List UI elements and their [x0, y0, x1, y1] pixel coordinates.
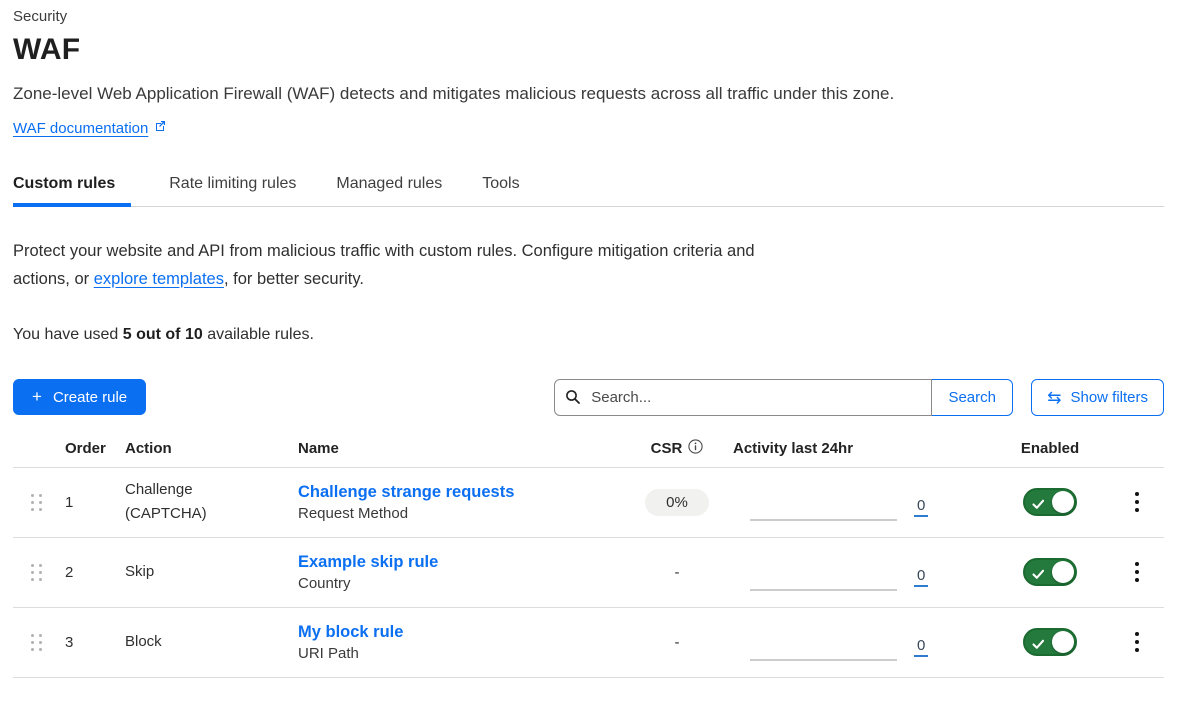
- tab-custom-rules[interactable]: Custom rules: [13, 167, 131, 206]
- row-menu-kebab-icon[interactable]: [1129, 628, 1145, 656]
- usage-count: 5 out of 10: [123, 326, 203, 343]
- row-menu-kebab-icon[interactable]: [1129, 558, 1145, 586]
- rule-field: URI Path: [298, 645, 627, 662]
- rule-action: Skip: [125, 560, 225, 584]
- drag-handle-icon[interactable]: [31, 494, 43, 511]
- intro-text-after: , for better security.: [224, 270, 364, 288]
- table-row: 3 Block My block rule URI Path - 0: [13, 608, 1164, 678]
- enabled-toggle[interactable]: [1023, 488, 1077, 516]
- show-filters-label: Show filters: [1070, 389, 1148, 406]
- rule-enabled-cell: [1023, 558, 1077, 586]
- tab-rate-limiting-rules[interactable]: Rate limiting rules: [169, 167, 298, 206]
- rule-name-link[interactable]: Challenge strange requests: [298, 483, 627, 502]
- toggle-knob: [1052, 631, 1074, 653]
- rules-usage-summary: You have used 5 out of 10 available rule…: [13, 326, 1164, 344]
- explore-templates-link[interactable]: explore templates: [94, 270, 224, 288]
- toolbar-right-group: Search ⇆ Show filters: [554, 379, 1164, 416]
- rule-csr: -: [675, 564, 680, 581]
- activity-sparkline: [750, 561, 897, 591]
- usage-text-before: You have used: [13, 326, 123, 343]
- page-title: WAF: [13, 33, 1164, 67]
- column-header-activity: Activity last 24hr: [727, 440, 990, 457]
- rule-order: 2: [65, 564, 125, 581]
- activity-count-link[interactable]: 0: [914, 567, 928, 587]
- check-icon: [1032, 637, 1045, 655]
- csr-header-label: CSR: [651, 440, 683, 457]
- rule-enabled-cell: [1023, 488, 1077, 516]
- column-header-enabled: Enabled: [1021, 440, 1079, 457]
- info-icon[interactable]: [688, 439, 703, 458]
- custom-rules-table: Order Action Name CSR Activity last 24hr…: [13, 439, 1164, 678]
- check-icon: [1032, 497, 1045, 515]
- page-description: Zone-level Web Application Firewall (WAF…: [13, 84, 1164, 104]
- rules-toolbar: + Create rule Search ⇆ Show filters: [13, 379, 1164, 416]
- tab-tools[interactable]: Tools: [482, 167, 521, 206]
- table-row: 2 Skip Example skip rule Country - 0: [13, 538, 1164, 608]
- external-link-icon: [154, 119, 167, 137]
- swap-arrows-icon: ⇆: [1047, 389, 1061, 406]
- plus-icon: +: [32, 387, 42, 407]
- activity-sparkline: [750, 631, 897, 661]
- rule-action: Challenge (CAPTCHA): [125, 478, 225, 526]
- rule-name-link[interactable]: My block rule: [298, 623, 627, 642]
- row-menu-kebab-icon[interactable]: [1129, 488, 1145, 516]
- usage-text-after: available rules.: [203, 326, 314, 343]
- show-filters-button[interactable]: ⇆ Show filters: [1031, 379, 1164, 416]
- toggle-knob: [1052, 491, 1074, 513]
- create-rule-label: Create rule: [53, 389, 127, 406]
- breadcrumb-security: Security: [13, 8, 1164, 25]
- activity-count-link[interactable]: 0: [914, 497, 928, 517]
- search-icon: [565, 389, 581, 410]
- rule-name-cell: Example skip rule Country: [298, 553, 627, 592]
- drag-handle-icon[interactable]: [31, 564, 43, 581]
- rule-action: Block: [125, 630, 225, 654]
- search-input[interactable]: [554, 379, 932, 416]
- rule-enabled-cell: [1023, 628, 1077, 656]
- column-header-name: Name: [298, 440, 627, 457]
- column-header-action: Action: [125, 440, 298, 457]
- rule-field: Country: [298, 575, 627, 592]
- rule-name-cell: My block rule URI Path: [298, 623, 627, 662]
- rule-activity-cell: 0: [727, 538, 990, 607]
- waf-documentation-label[interactable]: WAF documentation: [13, 120, 148, 137]
- rule-csr: 0%: [645, 494, 709, 511]
- waf-page: Security WAF Zone-level Web Application …: [0, 0, 1177, 678]
- toggle-knob: [1052, 561, 1074, 583]
- check-icon: [1032, 567, 1045, 585]
- search-box: [554, 379, 932, 416]
- rule-activity-cell: 0: [727, 608, 990, 677]
- rule-name-cell: Challenge strange requests Request Metho…: [298, 483, 627, 522]
- custom-rules-intro: Protect your website and API from malici…: [13, 237, 758, 293]
- search-button[interactable]: Search: [931, 379, 1013, 416]
- tab-managed-rules[interactable]: Managed rules: [336, 167, 444, 206]
- waf-documentation-link[interactable]: WAF documentation: [13, 119, 167, 137]
- rule-field: Request Method: [298, 505, 627, 522]
- csr-badge: 0%: [645, 489, 709, 516]
- table-row: 1 Challenge (CAPTCHA) Challenge strange …: [13, 468, 1164, 538]
- rule-name-link[interactable]: Example skip rule: [298, 553, 627, 572]
- activity-sparkline: [750, 491, 897, 521]
- enabled-toggle[interactable]: [1023, 558, 1077, 586]
- column-header-csr: CSR: [651, 439, 704, 458]
- create-rule-button[interactable]: + Create rule: [13, 379, 146, 415]
- table-header-row: Order Action Name CSR Activity last 24hr…: [13, 439, 1164, 468]
- enabled-toggle[interactable]: [1023, 628, 1077, 656]
- activity-count-link[interactable]: 0: [914, 637, 928, 657]
- rule-order: 1: [65, 494, 125, 511]
- rule-activity-cell: 0: [727, 468, 990, 537]
- waf-tabs: Custom rules Rate limiting rules Managed…: [13, 167, 1164, 207]
- rule-order: 3: [65, 634, 125, 651]
- search-combo: Search: [554, 379, 1013, 416]
- rule-csr: -: [675, 634, 680, 651]
- column-header-order: Order: [65, 440, 125, 457]
- drag-handle-icon[interactable]: [31, 634, 43, 651]
